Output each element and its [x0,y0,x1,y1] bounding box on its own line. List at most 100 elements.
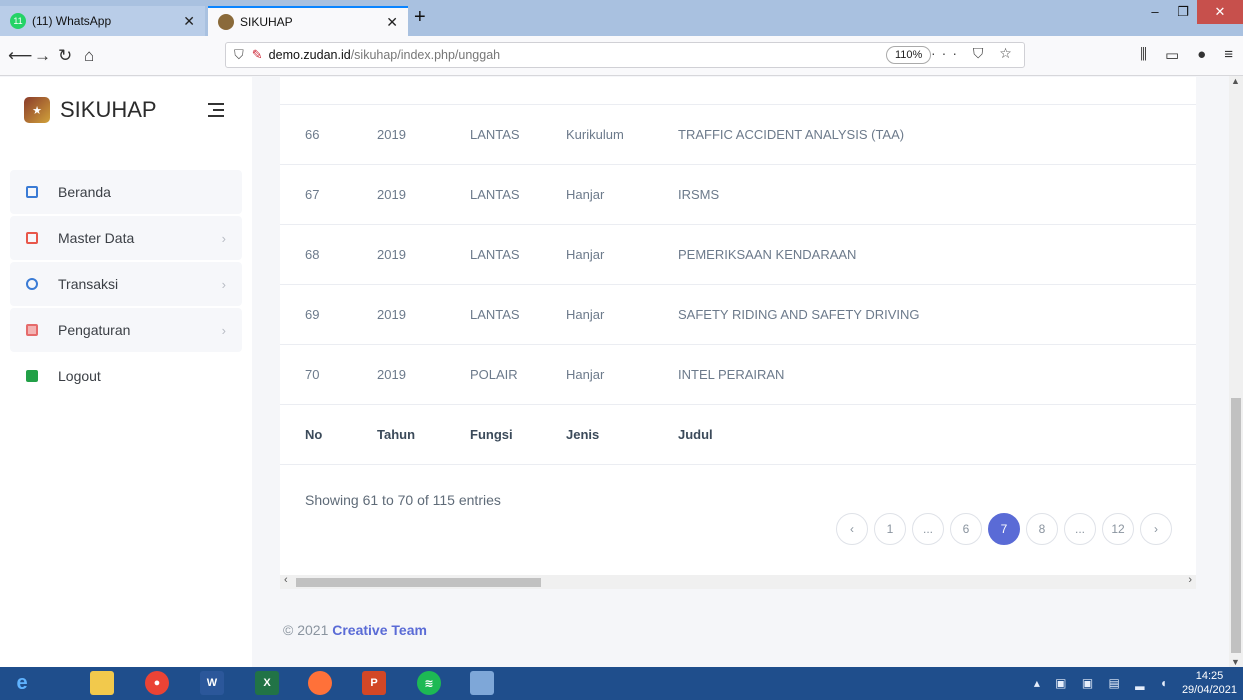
new-tab-button[interactable]: + [414,6,426,29]
back-icon[interactable]: ⟵ [8,46,32,66]
page-button[interactable]: 8 [1026,513,1058,545]
cell-no: 66 [305,127,320,142]
scrollbar-thumb[interactable] [296,578,541,587]
brand[interactable]: ★ SIKUHAP [24,97,157,123]
footer-team-link[interactable]: Creative Team [332,622,427,638]
close-tab-icon[interactable]: ✕ [386,14,398,31]
sidebar-item-label: Pengaturan [58,322,131,338]
browser-tab-strip: 11 (11) WhatsApp ✕ SIKUHAP ✕ + – ❐ ✕ [0,0,1243,36]
tab-label: (11) WhatsApp [32,14,112,28]
copyright: © 2021 [283,622,329,638]
shield-icon: ⛉ [234,47,244,62]
scroll-left-icon[interactable]: ‹ [284,574,288,586]
powerpoint-icon[interactable]: P [362,671,386,695]
excel-icon[interactable]: X [255,671,279,695]
column-header-tahun[interactable]: Tahun [377,427,415,442]
scroll-up-icon[interactable]: ▲ [1231,76,1240,86]
scroll-right-icon[interactable]: › [1188,574,1192,586]
system-tray-icons[interactable]: ▴ ▣ ▣ ▤ ▂ ◖ [1034,676,1173,690]
ie-icon[interactable]: e [10,671,34,695]
account-icon[interactable]: ● [1197,46,1206,64]
close-tab-icon[interactable]: ✕ [183,13,195,30]
forward-icon[interactable]: → [34,46,51,66]
table-info: Showing 61 to 70 of 115 entries [305,492,501,508]
table-row: 69 2019 LANTAS Hanjar SAFETY RIDING AND … [280,284,1196,344]
page-footer: © 2021 Creative Team [283,622,427,638]
divider [280,464,1196,465]
page-ellipsis-button[interactable]: ... [912,513,944,545]
page-button[interactable]: 1 [874,513,906,545]
chevron-right-icon: › [221,230,226,246]
menu-toggle-icon[interactable] [208,103,224,121]
column-header-fungsi[interactable]: Fungsi [470,427,513,442]
toolbar-icons: ⫼ ▭ ● ≡ [1140,46,1233,64]
whatsapp-icon: 11 [10,13,26,29]
sidebar-item-logout[interactable]: Logout [10,354,242,398]
cell-jenis: Hanjar [566,307,605,322]
pagination: ‹ 1 ... 6 7 8 ... 12 › [836,513,1172,545]
sidebar-icon[interactable]: ▭ [1165,46,1179,64]
address-bar[interactable]: ⛉ ✎ demo.zudan.id /sikuhap/index.php/ung… [225,42,1025,68]
scrollbar-thumb[interactable] [1231,398,1241,653]
sikuhap-logo-icon: ★ [24,97,50,123]
sidebar-item-beranda[interactable]: Beranda [10,170,242,214]
sidebar-item-transaksi[interactable]: Transaksi › [10,262,242,306]
transaction-icon [26,278,38,290]
sidebar-menu: Beranda Master Data › Transaksi › Pengat… [10,170,242,400]
library-icon[interactable]: ⫼ [1140,46,1147,64]
menu-icon[interactable]: ≡ [1224,46,1233,64]
page-button-current[interactable]: 7 [988,513,1020,545]
horizontal-scrollbar[interactable]: ‹ › [280,574,1196,589]
sidebar-item-master-data[interactable]: Master Data › [10,216,242,260]
scroll-down-icon[interactable]: ▼ [1231,657,1240,667]
url-path: /sikuhap/index.php/unggah [350,48,501,62]
column-header-jenis[interactable]: Jenis [566,427,599,442]
insecure-lock-icon: ✎ [251,47,263,62]
word-icon[interactable]: W [200,671,224,695]
reload-icon[interactable]: ↻ [58,46,72,66]
column-header-judul[interactable]: Judul [678,427,713,442]
sidebar-item-pengaturan[interactable]: Pengaturan › [10,308,242,352]
close-window-icon[interactable]: ✕ [1197,0,1243,24]
sidebar-item-label: Logout [58,368,101,384]
page-prev-button[interactable]: ‹ [836,513,868,545]
page-button[interactable]: 6 [950,513,982,545]
zoom-badge[interactable]: 110% [886,46,932,64]
brand-name: SIKUHAP [60,97,157,122]
chrome-icon[interactable]: ● [145,671,169,695]
home-icon[interactable]: ⌂ [84,46,94,66]
sidebar: ★ SIKUHAP Beranda Master Data › Transaks… [0,77,252,667]
file-explorer-icon[interactable] [90,671,114,695]
maximize-icon[interactable]: ❐ [1169,0,1197,24]
page-actions-icon[interactable]: ··· ⛉ ☆ [931,45,1018,62]
control-panel-icon[interactable] [470,671,494,695]
tab-sikuhap[interactable]: SIKUHAP ✕ [208,6,408,36]
minimize-icon[interactable]: – [1141,0,1169,24]
cell-tahun: 2019 [377,307,406,322]
cell-fungsi: POLAIR [470,367,518,382]
sidebar-item-label: Beranda [58,184,111,200]
page-ellipsis-button[interactable]: ... [1064,513,1096,545]
cell-tahun: 2019 [377,127,406,142]
page-next-button[interactable]: › [1140,513,1172,545]
cell-jenis: Kurikulum [566,127,624,142]
cell-no: 68 [305,247,320,262]
url-host: demo.zudan.id [268,48,351,62]
database-icon [26,232,38,244]
firefox-icon[interactable] [308,671,332,695]
cell-judul: SAFETY RIDING AND SAFETY DRIVING [678,307,920,322]
spotify-icon[interactable]: ≋ [417,671,441,695]
cell-judul: PEMERIKSAAN KENDARAAN [678,247,857,262]
cell-fungsi: LANTAS [470,307,520,322]
vertical-scrollbar[interactable]: ▲ ▼ [1229,76,1243,667]
cell-judul: IRSMS [678,187,720,202]
table-row: 70 2019 POLAIR Hanjar INTEL PERAIRAN [280,344,1196,404]
page-button[interactable]: 12 [1102,513,1134,545]
cell-fungsi: LANTAS [470,247,520,262]
column-header-no[interactable]: No [305,427,322,442]
tab-whatsapp[interactable]: 11 (11) WhatsApp ✕ [0,6,205,36]
browser-nav-bar: ⟵ → ↻ ⌂ ⛉ ✎ demo.zudan.id /sikuhap/index… [0,36,1243,76]
data-table-card: 66 2019 LANTAS Kurikulum TRAFFIC ACCIDEN… [280,77,1196,575]
system-clock[interactable]: 14:25 29/04/2021 [1182,669,1237,697]
cell-judul: TRAFFIC ACCIDENT ANALYSIS (TAA) [678,127,905,142]
